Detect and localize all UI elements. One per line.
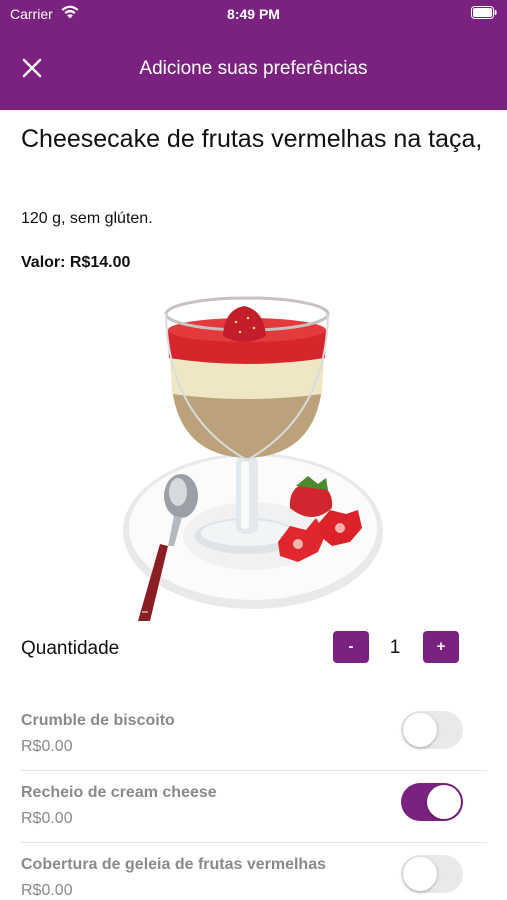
option-name: Cobertura de geleia de frutas vermelhas: [21, 856, 326, 873]
option-item-crumble: Crumble de biscoito R$0.00: [0, 711, 507, 782]
product-title: Cheesecake de frutas vermelhas na taça,: [21, 125, 483, 153]
decrease-quantity-button[interactable]: -: [333, 631, 369, 663]
toggle-knob: [403, 857, 437, 891]
option-price: R$0.00: [21, 810, 73, 827]
option-price: R$0.00: [21, 882, 73, 899]
option-toggle[interactable]: [401, 855, 463, 893]
option-toggle[interactable]: [401, 783, 463, 821]
product-price: Valor: R$14.00: [21, 254, 130, 272]
status-bar: Carrier 8:49 PM: [0, 0, 507, 28]
divider: [21, 770, 487, 771]
product-description: 120 g, sem glúten.: [21, 210, 153, 227]
option-item-geleia: Cobertura de geleia de frutas vermelhas …: [0, 855, 507, 900]
divider: [21, 842, 487, 843]
toggle-knob: [427, 785, 461, 819]
quantity-value: 1: [389, 637, 401, 658]
toggle-knob: [403, 713, 437, 747]
battery-icon: [471, 6, 497, 19]
quantity-row: Quantidade - 1 +: [0, 630, 507, 666]
app-header: Carrier 8:49 PM Adicione suas preferênci…: [0, 0, 507, 110]
page-title: Adicione suas preferências: [139, 58, 368, 79]
quantity-label: Quantidade: [21, 638, 120, 659]
option-name: Crumble de biscoito: [21, 712, 175, 729]
status-time: 8:49 PM: [227, 6, 280, 22]
option-price: R$0.00: [21, 738, 73, 755]
option-item-cream-cheese: Recheio de cream cheese R$0.00: [0, 783, 507, 854]
increase-quantity-button[interactable]: +: [423, 631, 459, 663]
product-image: [123, 296, 383, 621]
option-name: Recheio de cream cheese: [21, 784, 217, 801]
option-toggle[interactable]: [401, 711, 463, 749]
price-value: R$14.00: [69, 254, 131, 271]
price-label: Valor:: [21, 254, 66, 271]
